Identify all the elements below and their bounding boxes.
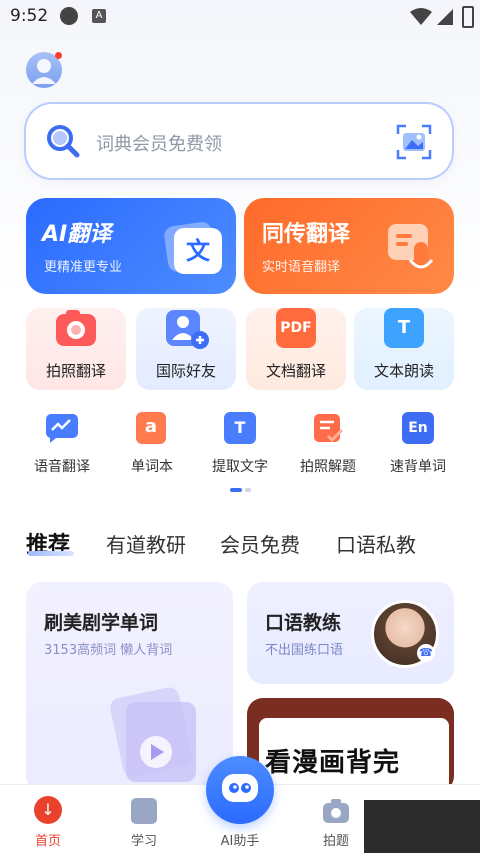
ai-translate-card[interactable]: AI翻译 更精准更专业 文 xyxy=(26,198,236,294)
tool-voice-translate[interactable]: 语音翻译 xyxy=(22,412,102,476)
tab-underline xyxy=(28,551,74,556)
home-icon: ↓ xyxy=(34,796,62,824)
page-indicator-active xyxy=(230,488,242,492)
tile-doc-translate[interactable]: PDF 文档翻译 xyxy=(246,308,346,390)
nav-home-label: 首页 xyxy=(34,834,61,849)
feed-card-oral-title: 口语教练 xyxy=(265,612,342,634)
tool-extract-text[interactable]: T 提取文字 xyxy=(200,412,280,476)
ai-assistant-button[interactable] xyxy=(206,756,274,824)
add-friend-icon xyxy=(166,310,209,349)
image-scan-icon[interactable] xyxy=(396,124,432,160)
tile-photo-translate-label: 拍照翻译 xyxy=(45,362,106,380)
tool-wordbook[interactable]: a 单词本 xyxy=(112,412,192,476)
feed-card-drama-words[interactable]: 刷美剧学单词 3153高频词 懒人背词 xyxy=(26,582,233,792)
avatar-badge xyxy=(55,52,62,59)
tool-memorize-words[interactable]: En 速背单词 xyxy=(378,412,458,476)
ai-translate-title: AI翻译 xyxy=(42,222,112,247)
battery-icon xyxy=(462,6,474,28)
tile-text-reading-label: 文本朗读 xyxy=(373,362,434,380)
signal-icon xyxy=(437,9,453,25)
search-bar[interactable] xyxy=(26,104,452,178)
page-indicator xyxy=(245,488,251,492)
tile-photo-translate[interactable]: 拍照翻译 xyxy=(26,308,126,390)
tool-photo-solve-label: 拍照解题 xyxy=(300,459,356,475)
feed-card-drama-subtitle: 3153高频词 懒人背词 xyxy=(44,643,173,658)
ai-robot-icon xyxy=(222,774,258,802)
microphone-icon xyxy=(388,224,434,269)
tool-wordbook-label: 单词本 xyxy=(131,459,173,475)
search-input[interactable]: 词典会员免费领 xyxy=(96,130,222,156)
wen-icon: 文 xyxy=(174,228,222,274)
camera-icon xyxy=(56,310,96,346)
feed-card-comic-title: 看漫画背完 xyxy=(265,748,401,778)
tool-extract-text-label: 提取文字 xyxy=(212,459,268,475)
solve-icon xyxy=(314,414,344,443)
nav-study[interactable]: 学习 xyxy=(114,796,174,850)
status-bar: 9:52 A xyxy=(0,0,480,32)
notification-dot-icon xyxy=(60,7,78,25)
text-speech-icon: T xyxy=(384,308,424,348)
feed-card-oral-subtitle: 不出国练口语 xyxy=(265,643,344,658)
tile-doc-translate-label: 文档翻译 xyxy=(265,362,326,380)
feed-card-oral-coach[interactable]: 口语教练 不出国练口语 ☎ xyxy=(247,582,454,684)
simultaneous-translate-card[interactable]: 同传翻译 实时语音翻译 xyxy=(244,198,454,294)
voice-translate-icon xyxy=(46,414,78,443)
tab-oral-tutor[interactable]: 口语私教 xyxy=(336,529,416,558)
memorize-icon: En xyxy=(402,412,434,444)
tool-voice-translate-label: 语音翻译 xyxy=(34,459,90,475)
pdf-icon: PDF xyxy=(276,308,316,348)
nav-photo-question-label: 拍题 xyxy=(322,834,349,849)
wifi-icon xyxy=(410,8,432,25)
feed-card-drama-title: 刷美剧学单词 xyxy=(44,612,159,634)
status-time: 9:52 xyxy=(10,6,49,26)
wordbook-icon: a xyxy=(136,412,166,444)
nav-photo-question[interactable]: 拍题 xyxy=(306,796,366,850)
simultaneous-subtitle: 实时语音翻译 xyxy=(262,260,341,275)
tab-member-free[interactable]: 会员免费 xyxy=(220,529,300,558)
tile-text-reading[interactable]: T 文本朗读 xyxy=(354,308,454,390)
tile-intl-friends[interactable]: 国际好友 xyxy=(136,308,236,390)
ai-translate-subtitle: 更精准更专业 xyxy=(44,260,123,275)
nav-study-label: 学习 xyxy=(130,834,157,849)
app-a-icon: A xyxy=(92,9,106,23)
search-icon xyxy=(47,125,80,158)
tab-youdao[interactable]: 有道教研 xyxy=(106,529,186,558)
extract-text-icon: T xyxy=(224,412,256,444)
overlay-block xyxy=(364,800,480,853)
nav-ai-label: AI助手 xyxy=(220,834,260,849)
tool-memorize-words-label: 速背单词 xyxy=(390,459,446,475)
nav-home[interactable]: ↓ 首页 xyxy=(18,796,78,850)
book-icon xyxy=(131,798,157,824)
feed-card-comic[interactable]: 看漫画背完 xyxy=(247,698,454,798)
video-play-icon xyxy=(110,687,196,782)
simultaneous-title: 同传翻译 xyxy=(262,222,351,247)
camera-nav-icon xyxy=(323,799,349,823)
tool-photo-solve[interactable]: 拍照解题 xyxy=(288,412,368,476)
phone-icon: ☎ xyxy=(417,644,435,662)
tile-intl-friends-label: 国际好友 xyxy=(155,362,216,380)
